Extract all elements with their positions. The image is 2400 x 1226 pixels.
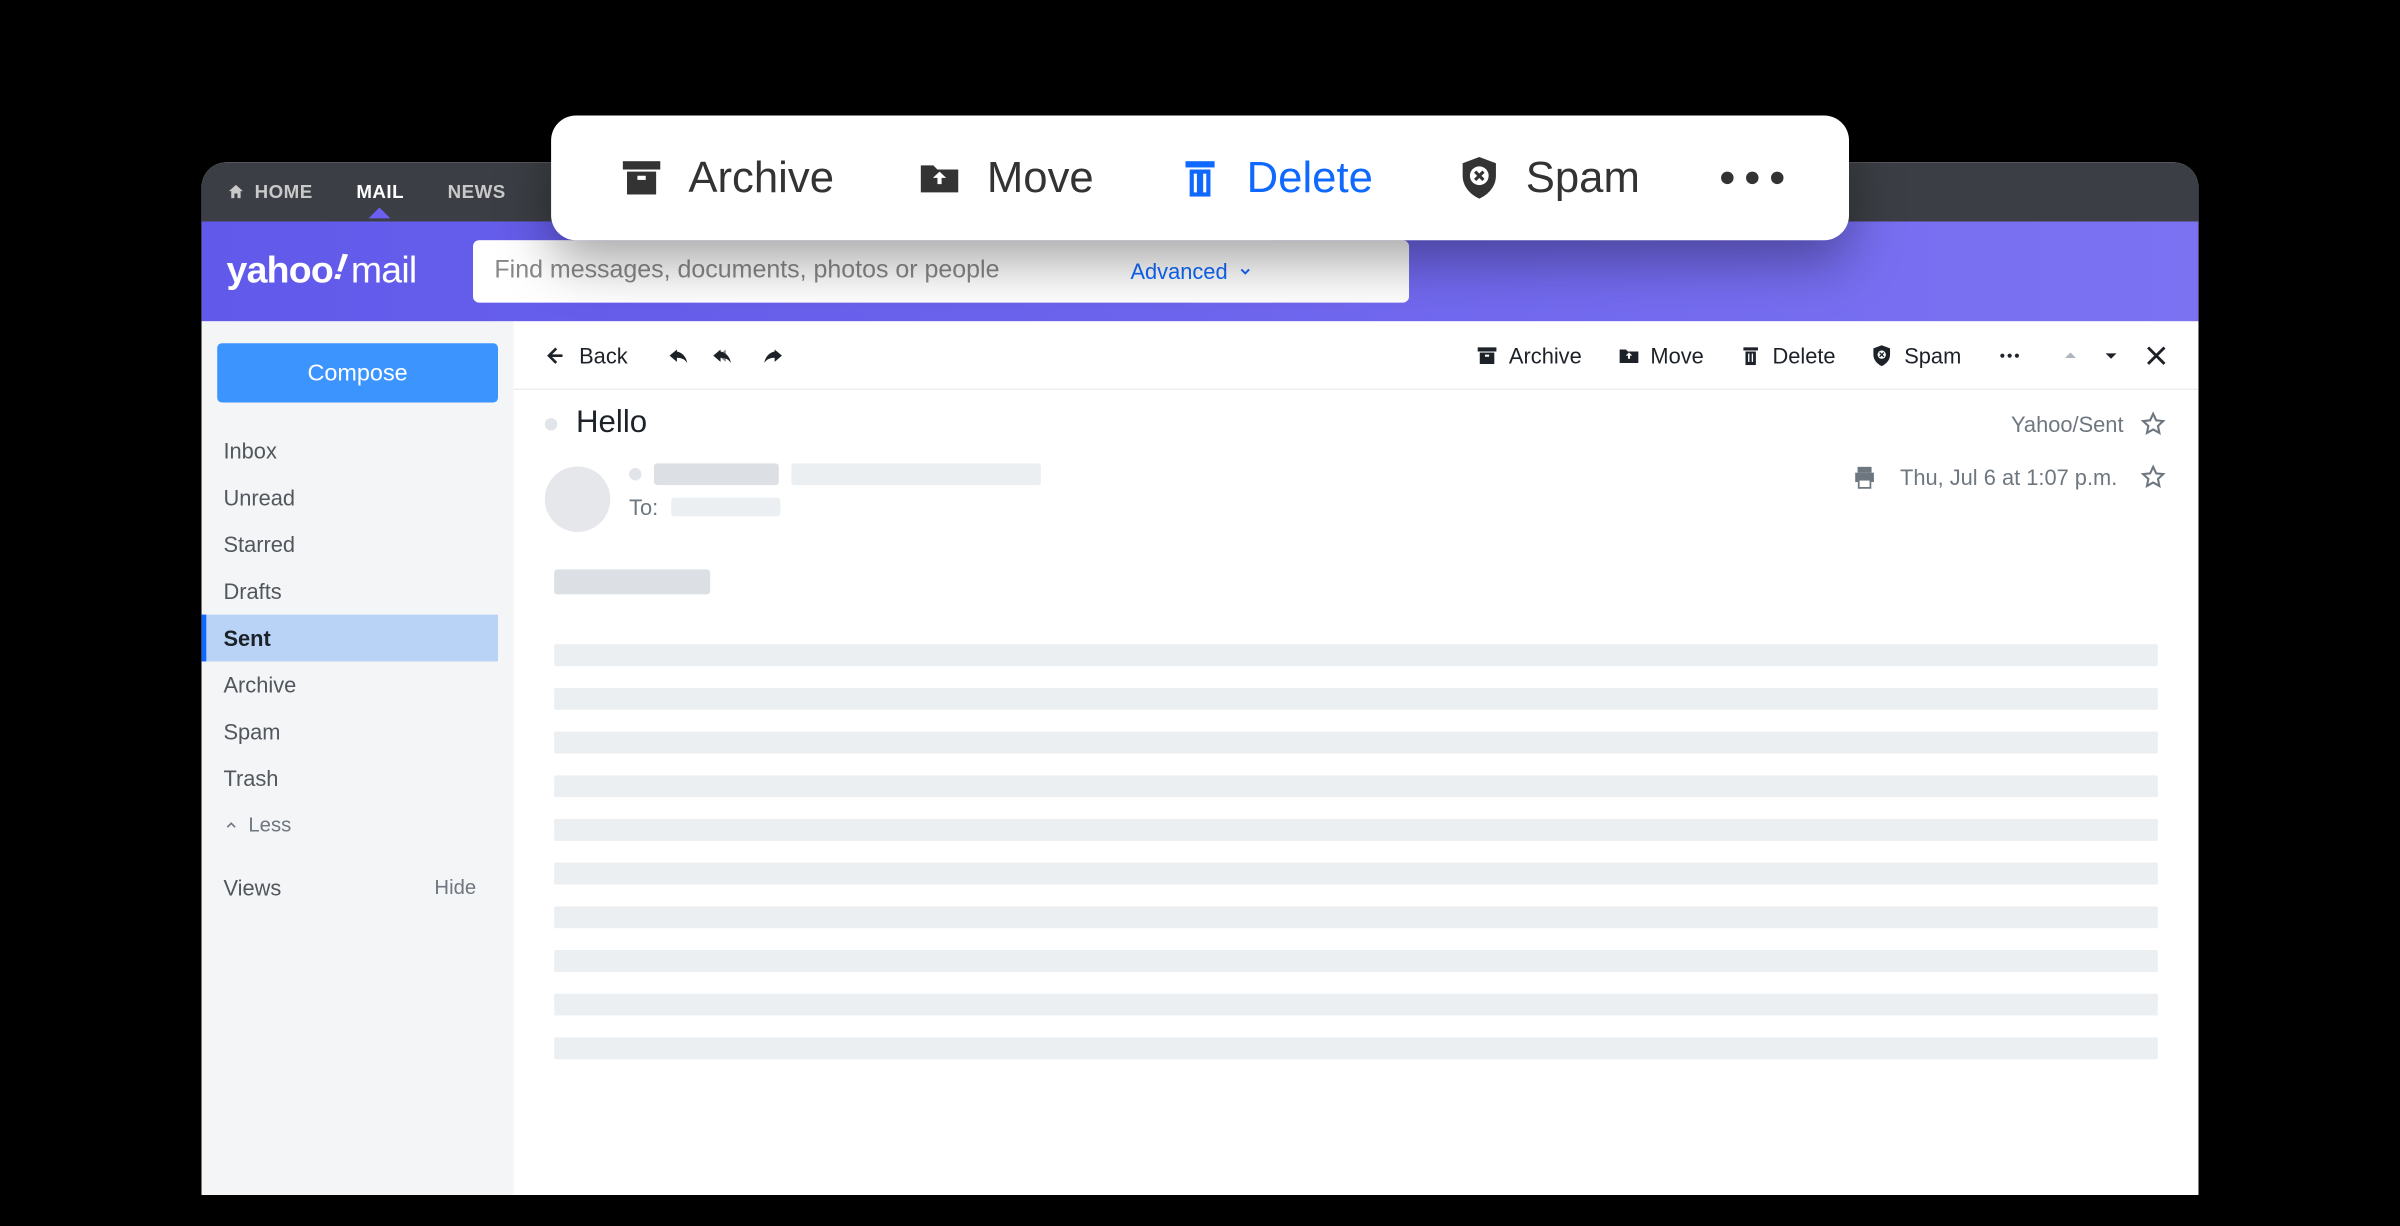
message-folder: Yahoo/Sent <box>2011 411 2124 436</box>
trash-icon <box>1175 153 1225 203</box>
popover-delete-label: Delete <box>1247 153 1373 203</box>
reply-icon[interactable] <box>665 342 693 367</box>
popover-delete[interactable]: Delete <box>1175 153 1373 203</box>
recipient-placeholder <box>671 498 780 517</box>
body-line <box>554 644 2158 666</box>
toolbar-spam[interactable]: Spam <box>1870 342 1961 367</box>
status-dot-icon <box>629 468 641 480</box>
logo-brand: yahoo <box>227 250 333 294</box>
star-icon[interactable] <box>2139 463 2167 491</box>
toolbar-archive[interactable]: Archive <box>1475 342 1582 367</box>
body-line <box>554 863 2158 885</box>
back-button[interactable]: Back <box>542 342 628 367</box>
star-icon[interactable] <box>2139 410 2167 438</box>
sidebar: Compose Inbox Unread Starred Drafts Sent… <box>202 321 514 1195</box>
body-line <box>554 1037 2158 1059</box>
logo-exclaim: ! <box>332 246 350 291</box>
body-line <box>554 775 2158 797</box>
subject-row: Hello Yahoo/Sent <box>514 390 2199 454</box>
sidebar-item-spam[interactable]: Spam <box>202 708 498 755</box>
body-line <box>554 950 2158 972</box>
nav-home[interactable]: HOME <box>227 181 313 203</box>
popover-move-label: Move <box>987 153 1094 203</box>
search-advanced-label: Advanced <box>1130 259 1227 284</box>
shield-x-icon <box>1454 153 1504 203</box>
popover-spam-label: Spam <box>1526 153 1640 203</box>
popover-spam[interactable]: Spam <box>1454 153 1640 203</box>
nav-home-label: HOME <box>255 181 313 203</box>
sidebar-less[interactable]: Less <box>202 802 498 847</box>
popover-archive[interactable]: Archive <box>617 153 834 203</box>
search-advanced[interactable]: Advanced <box>1112 240 1272 302</box>
logo-suffix: mail <box>351 250 417 294</box>
sidebar-item-sent[interactable]: Sent <box>202 615 498 662</box>
nav-news[interactable]: NEWS <box>448 181 506 203</box>
archive-icon <box>617 153 667 203</box>
popover-archive-label: Archive <box>688 153 834 203</box>
toolbar-more[interactable] <box>1996 342 2024 367</box>
logo[interactable]: yahoo!mail <box>227 250 417 294</box>
arrow-left-icon <box>542 342 567 367</box>
sidebar-views-label[interactable]: Views <box>223 875 281 900</box>
reply-all-icon[interactable] <box>709 342 743 367</box>
body-line <box>554 732 2158 754</box>
nav-news-label: NEWS <box>448 181 506 203</box>
search-button[interactable] <box>1271 240 1408 302</box>
sidebar-item-unread[interactable]: Unread <box>202 474 498 521</box>
message-toolbar: Back Archive Move <box>514 321 2199 390</box>
popover-more[interactable] <box>1721 172 1783 184</box>
sidebar-item-drafts[interactable]: Drafts <box>202 568 498 615</box>
shield-x-icon <box>1870 342 1895 367</box>
sender-placeholder <box>654 463 779 485</box>
toolbar-spam-label: Spam <box>1904 342 1961 367</box>
move-folder-icon <box>915 153 965 203</box>
chevron-up-icon <box>223 817 239 833</box>
content: Back Archive Move <box>514 321 2199 1195</box>
sidebar-item-trash[interactable]: Trash <box>202 755 498 802</box>
message-header: To: Thu, Jul 6 at 1:07 p.m. <box>514 454 2199 548</box>
sender-placeholder-2 <box>791 463 1041 485</box>
toolbar-delete-label: Delete <box>1772 342 1835 367</box>
sidebar-hide[interactable]: Hide <box>434 875 476 900</box>
compose-button[interactable]: Compose <box>217 343 498 402</box>
back-label: Back <box>579 342 628 367</box>
archive-icon <box>1475 342 1500 367</box>
search-bar: Advanced <box>473 240 1409 302</box>
message-date: Thu, Jul 6 at 1:07 p.m. <box>1900 465 2117 490</box>
caret-down-icon[interactable] <box>2102 346 2121 365</box>
more-icon <box>1996 342 2024 367</box>
toolbar-archive-label: Archive <box>1509 342 1582 367</box>
message-subject: Hello <box>576 406 2011 442</box>
caret-up-icon[interactable] <box>2061 346 2080 365</box>
search-icon <box>1323 254 1357 288</box>
move-folder-icon <box>1616 342 1641 367</box>
sidebar-item-archive[interactable]: Archive <box>202 661 498 708</box>
chevron-down-icon <box>1237 264 1253 280</box>
to-label: To: <box>629 495 658 520</box>
home-icon <box>227 183 246 202</box>
body-line <box>554 819 2158 841</box>
trash-icon <box>1738 342 1763 367</box>
toolbar-move[interactable]: Move <box>1616 342 1704 367</box>
close-icon[interactable] <box>2142 341 2170 369</box>
forward-icon[interactable] <box>759 342 787 367</box>
sidebar-item-starred[interactable]: Starred <box>202 521 498 568</box>
action-popover: Archive Move Delete Spam <box>551 115 1849 240</box>
app-window: HOME MAIL NEWS yahoo!mail Advanced Compo… <box>202 162 2199 1195</box>
body-line <box>554 688 2158 710</box>
sidebar-less-label: Less <box>248 813 291 836</box>
body-line <box>554 906 2158 928</box>
body-line <box>554 994 2158 1016</box>
nav-mail-label: MAIL <box>356 181 404 203</box>
unread-dot <box>545 417 557 429</box>
sidebar-item-inbox[interactable]: Inbox <box>202 427 498 474</box>
avatar <box>545 466 611 532</box>
search-input[interactable] <box>473 240 1112 302</box>
print-icon[interactable] <box>1850 463 1878 491</box>
toolbar-delete[interactable]: Delete <box>1738 342 1835 367</box>
toolbar-move-label: Move <box>1650 342 1703 367</box>
nav-mail[interactable]: MAIL <box>356 181 404 203</box>
message-body <box>514 548 2199 645</box>
popover-move[interactable]: Move <box>915 153 1094 203</box>
